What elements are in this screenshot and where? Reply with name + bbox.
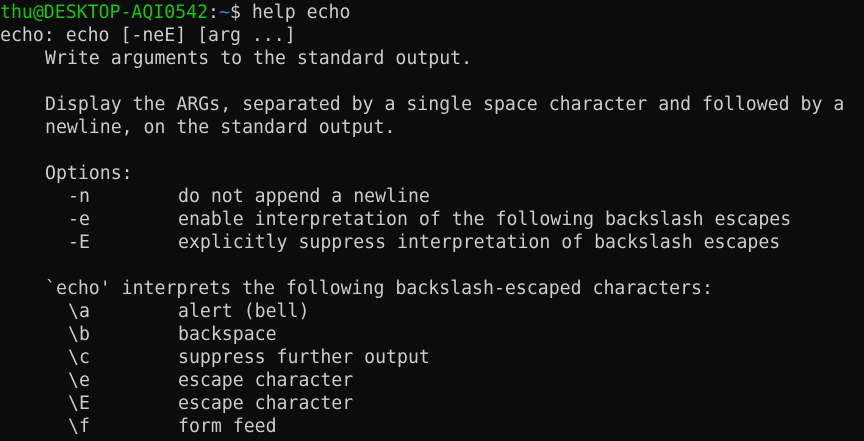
prompt-path: ~ — [219, 2, 230, 23]
option-row: -n do not append a newline — [0, 185, 864, 208]
option-flag: -e — [68, 209, 90, 230]
escape-code: \a — [68, 301, 90, 322]
prompt-user-host: thu@DESKTOP-AQI0542 — [0, 2, 209, 23]
escape-desc: form feed — [178, 416, 277, 437]
escape-desc: suppress further output — [178, 347, 430, 368]
escape-code: \e — [68, 370, 90, 391]
escape-row: \f form feed — [0, 415, 864, 438]
usage-line: echo: echo [-neE] [arg ...] — [0, 25, 296, 46]
escape-desc: escape character — [178, 370, 354, 391]
escape-desc: alert (bell) — [178, 301, 310, 322]
escape-row: \e escape character — [0, 369, 864, 392]
option-desc: do not append a newline — [178, 186, 430, 207]
escape-row: \a alert (bell) — [0, 300, 864, 323]
escape-code: \b — [68, 324, 90, 345]
prompt-separator: : — [208, 2, 219, 23]
option-desc: enable interpretation of the following b… — [178, 209, 792, 230]
terminal-window[interactable]: thu@DESKTOP-AQI0542:~$ help echo echo: e… — [0, 0, 864, 441]
option-row: -e enable interpretation of the following… — [0, 208, 864, 231]
options-header: Options: — [45, 163, 133, 184]
option-flag: -E — [68, 232, 90, 253]
escape-desc: backspace — [178, 324, 277, 345]
escape-row: \b backspace — [0, 323, 864, 346]
escape-row: \E escape character — [0, 392, 864, 415]
description-line: newline, on the standard output. — [45, 117, 396, 138]
escape-code: \c — [68, 347, 90, 368]
description-line: Display the ARGs, separated by a single … — [45, 94, 845, 115]
escape-desc: escape character — [178, 393, 354, 414]
escape-code: \f — [68, 416, 90, 437]
option-desc: explicitly suppress interpretation of ba… — [178, 232, 781, 253]
prompt-line: thu@DESKTOP-AQI0542:~$ help echo — [0, 1, 864, 24]
option-row: -E explicitly suppress interpretation of … — [0, 231, 864, 254]
command-text: help echo — [251, 2, 351, 23]
escapes-header: `echo' interprets the following backslas… — [45, 278, 713, 299]
option-flag: -n — [68, 186, 90, 207]
prompt-symbol: $ — [229, 2, 241, 23]
escape-code: \E — [68, 393, 90, 414]
summary-line: Write arguments to the standard output. — [45, 48, 473, 69]
escape-row: \c suppress further output — [0, 346, 864, 369]
